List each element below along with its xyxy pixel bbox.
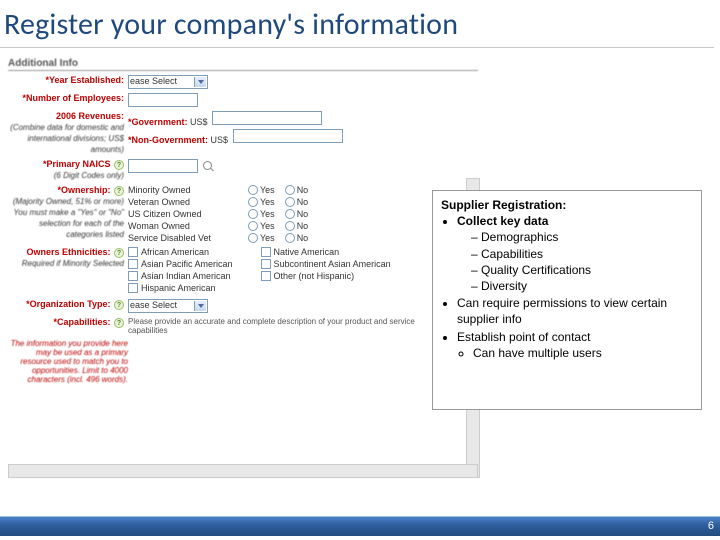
org-type-select[interactable]: ease Select [128, 299, 208, 313]
callout-s1: Demographics [481, 230, 558, 244]
callout-s2: Capabilities [481, 247, 543, 261]
nongov-revenue-input[interactable] [233, 129, 343, 143]
ownership-type: Service Disabled Vet [128, 233, 238, 243]
ownership-type: Veteran Owned [128, 197, 238, 207]
ownership-yes-radio[interactable] [248, 197, 258, 207]
section-header: Additional Info [8, 58, 478, 71]
ownership-no-radio[interactable] [285, 233, 295, 243]
ownership-type: US Citizen Owned [128, 209, 238, 219]
page-number: 6 [708, 520, 714, 532]
help-icon[interactable]: ? [114, 318, 124, 328]
capabilities-note: The information you provide here may be … [8, 339, 128, 384]
label-year-established: *Year Established: [8, 75, 128, 86]
ethnicity-checkbox[interactable] [128, 247, 138, 257]
help-icon[interactable]: ? [114, 248, 124, 258]
callout-heading: Supplier Registration: [441, 198, 566, 212]
callout-b3: Establish point of contact [457, 330, 590, 344]
ownership-no-radio[interactable] [285, 221, 295, 231]
callout-b3a: Can have multiple users [473, 345, 693, 361]
label-nongov-revenue: *Non-Government: [128, 135, 208, 145]
callout-b1: Collect key data [457, 214, 548, 228]
ethnicity-label: Subcontinent Asian American [274, 259, 391, 269]
naics-input[interactable] [128, 159, 198, 173]
label-ownership: *Ownership: ? (Majority Owned, 51% or mo… [8, 185, 128, 240]
label-naics: *Primary NAICS ? (6 Digit Codes only) [8, 159, 128, 181]
scrollbar-horizontal[interactable] [8, 464, 478, 478]
label-capabilities: *Capabilities: ? [8, 317, 128, 328]
footer-bar [0, 516, 720, 536]
num-employees-input[interactable] [128, 93, 198, 107]
ownership-no-radio[interactable] [285, 197, 295, 207]
callout-b2: Can require permissions to view certain … [457, 295, 693, 327]
callout-s3: Quality Certifications [481, 263, 591, 277]
ethnicity-checkbox[interactable] [128, 259, 138, 269]
chevron-down-icon [198, 304, 204, 308]
ownership-no-radio[interactable] [285, 209, 295, 219]
label-org-type: *Organization Type: ? [8, 299, 128, 310]
ownership-no-radio[interactable] [285, 185, 295, 195]
label-num-employees: *Number of Employees: [8, 93, 128, 104]
ownership-yes-radio[interactable] [248, 221, 258, 231]
callout-s4: Diversity [481, 279, 527, 293]
ownership-type: Minority Owned [128, 185, 238, 195]
ethnicity-checkbox[interactable] [128, 271, 138, 281]
capabilities-desc: Please provide an accurate and complete … [128, 317, 428, 335]
help-icon[interactable]: ? [114, 300, 124, 310]
currency-prefix: US$ [190, 117, 208, 127]
ownership-yes-radio[interactable] [248, 209, 258, 219]
label-revenues: 2006 Revenues: (Combine data for domesti… [8, 111, 128, 155]
slide-title: Register your company's information [0, 0, 714, 48]
ownership-type: Woman Owned [128, 221, 238, 231]
label-gov-revenue: *Government: [128, 117, 188, 127]
chevron-down-icon [198, 80, 204, 84]
year-established-select[interactable]: ease Select [128, 75, 208, 89]
help-icon[interactable]: ? [114, 160, 124, 170]
ethnicity-label: Asian Indian American [141, 271, 231, 281]
ethnicity-label: African American [141, 247, 209, 257]
ethnicity-checkbox[interactable] [261, 247, 271, 257]
ethnicity-label: Asian Pacific American [141, 259, 233, 269]
ethnicity-label: Hispanic American [141, 283, 216, 293]
ownership-yes-radio[interactable] [248, 233, 258, 243]
ownership-yes-radio[interactable] [248, 185, 258, 195]
ethnicity-checkbox[interactable] [261, 271, 271, 281]
gov-revenue-input[interactable] [212, 111, 322, 125]
label-ethnicities: Owners Ethnicities: ? Required if Minori… [8, 247, 128, 269]
help-icon[interactable]: ? [114, 186, 124, 196]
callout-box: Supplier Registration: Collect key data … [432, 190, 702, 410]
currency-prefix: US$ [211, 135, 229, 145]
ethnicity-label: Native American [274, 247, 340, 257]
form-screenshot: Additional Info *Year Established: ease … [8, 58, 478, 478]
ethnicity-checkbox[interactable] [128, 283, 138, 293]
search-icon[interactable] [203, 161, 215, 173]
ethnicity-label: Other (not Hispanic) [274, 271, 355, 281]
ethnicity-checkbox[interactable] [261, 259, 271, 269]
